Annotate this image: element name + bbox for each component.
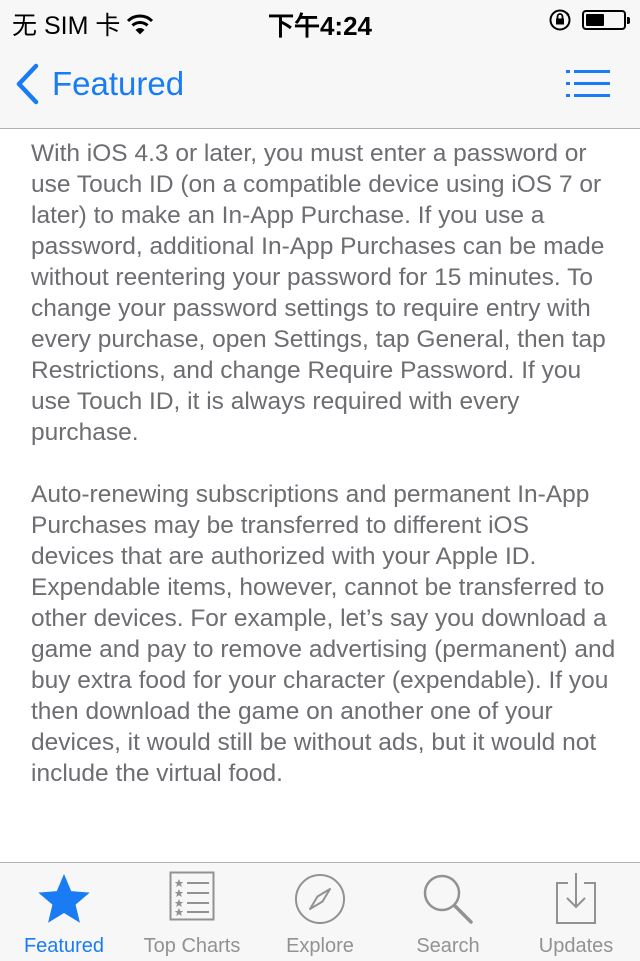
star-icon [38, 874, 90, 923]
tab-updates[interactable]: Updates [512, 863, 640, 961]
back-button-label: Featured [52, 65, 185, 102]
battery-icon [582, 10, 630, 30]
list-menu-icon[interactable] [566, 70, 610, 98]
status-bar: 无 SIM 卡 下午4:24 [0, 0, 640, 41]
list-icon [169, 871, 215, 921]
download-tray-icon [556, 873, 596, 924]
tab-featured[interactable]: Featured [0, 863, 128, 961]
tab-search[interactable]: Search [384, 863, 512, 961]
orientation-lock-icon [549, 9, 571, 31]
paragraph-password: With iOS 4.3 or later, you must enter a … [31, 140, 606, 446]
tab-explore[interactable]: Explore [256, 863, 384, 961]
tab-top-charts[interactable]: Top Charts [128, 863, 256, 961]
search-icon [423, 874, 473, 924]
tab-updates-label: Updates [538, 935, 614, 957]
chevron-left-icon [16, 63, 39, 105]
tab-search-label: Search [416, 935, 480, 957]
back-button[interactable]: Featured [14, 60, 184, 108]
tab-featured-label: Featured [23, 935, 105, 957]
status-icons [548, 8, 630, 32]
clock: 下午4:24 [267, 11, 373, 41]
compass-icon [295, 874, 345, 924]
purchase-info-text: With iOS 4.3 or later, you must enter a … [31, 138, 616, 863]
tab-bar: Featured Top Charts Explore Search Updat… [0, 862, 640, 961]
paragraph-transfer: Auto-renewing subscriptions and permanen… [31, 481, 616, 787]
navigation-bar: Featured [0, 40, 640, 129]
tab-top-charts-label: Top Charts [143, 935, 241, 957]
tab-explore-label: Explore [286, 935, 354, 957]
